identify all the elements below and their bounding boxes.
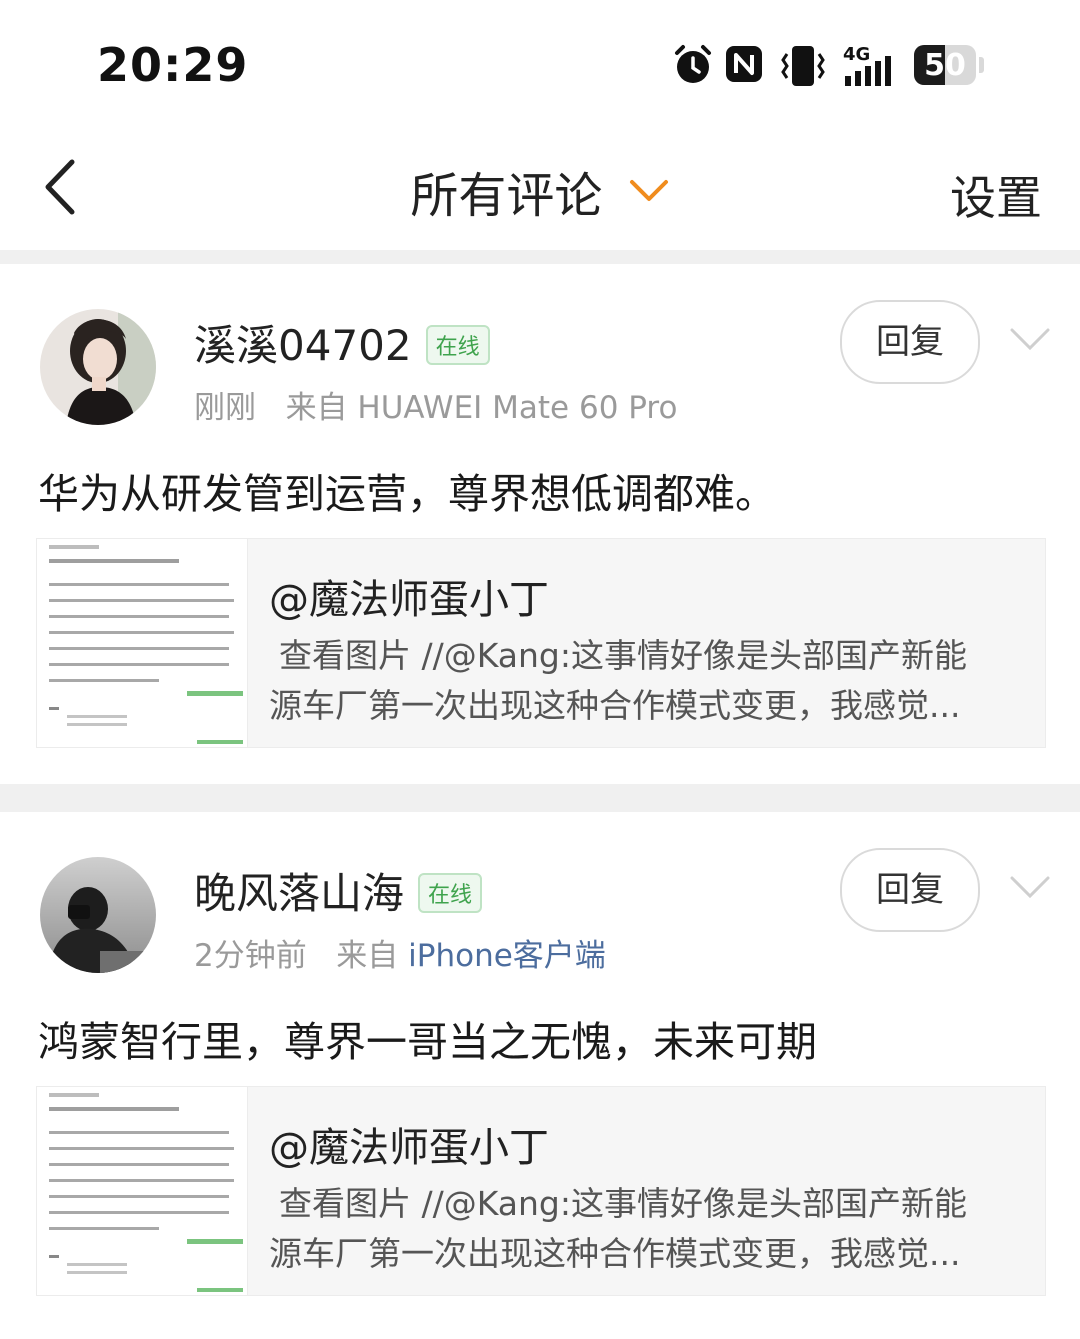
page-title: 所有评论 [410, 168, 603, 224]
avatar-image [40, 309, 156, 425]
chevron-down-icon[interactable] [1008, 324, 1052, 354]
quoted-post[interactable]: @魔法师蛋小丁 查看图片 //@Kang:这事情好像是头部国产新能 源车厂第一次… [36, 1086, 1046, 1296]
alarm-icon [675, 45, 711, 83]
online-badge: 在线 [425, 325, 490, 365]
comment-time: 2分钟前 [194, 938, 307, 974]
online-badge: 在线 [418, 873, 483, 913]
quoted-text-line: 源车厂第一次出现这种合作模式变更，我感觉... [269, 1234, 961, 1273]
avatar[interactable] [40, 857, 156, 973]
battery-tip [979, 57, 984, 73]
battery-level: 50 [924, 48, 966, 83]
username-text: 晚风落山海 [194, 869, 405, 918]
comment-text: 华为从研发管到运营，尊界想低调都难。 [38, 470, 776, 518]
reply-button[interactable]: 回复 [840, 300, 980, 384]
avatar[interactable] [40, 309, 156, 425]
status-bar: 20:29 4G 50 [0, 0, 1080, 130]
chevron-down-icon [629, 180, 668, 201]
nfc-icon [726, 46, 762, 82]
battery-icon: 50 [914, 45, 976, 85]
comment-text: 鸿蒙智行里，尊界一哥当之无愧，未来可期 [38, 1018, 817, 1066]
comment-time: 刚刚 [194, 390, 256, 426]
username-text: 溪溪04702 [194, 321, 412, 370]
quoted-text: 查看图片 //@Kang:这事情好像是头部国产新能 源车厂第一次出现这种合作模式… [269, 1179, 1021, 1279]
comment-card: 溪溪04702 在线 刚刚 来自 HUAWEI Mate 60 Pro 回复 华为… [0, 264, 1080, 784]
settings-button[interactable]: 设置 [950, 162, 1042, 228]
quoted-post[interactable]: @魔法师蛋小丁 查看图片 //@Kang:这事情好像是头部国产新能 源车厂第一次… [36, 538, 1046, 748]
username[interactable]: 溪溪04702 在线 [194, 312, 490, 373]
comment-card: 晚风落山海 在线 2分钟前 来自 iPhone客户端 回复 鸿蒙智行里，尊界一哥当… [0, 812, 1080, 1339]
screenshot-thumbnail-image [37, 1087, 247, 1295]
quoted-post-thumbnail [37, 1087, 248, 1295]
quoted-author[interactable]: @魔法师蛋小丁 [269, 567, 549, 625]
comment-source-link[interactable]: iPhone客户端 [408, 938, 606, 974]
chevron-down-icon[interactable] [1008, 872, 1052, 902]
nav-bar: 所有评论 设置 [0, 130, 1080, 250]
comment-source: 来自 HUAWEI Mate 60 Pro [285, 390, 678, 426]
status-time: 20:29 [97, 38, 249, 92]
username[interactable]: 晚风落山海 在线 [194, 860, 483, 921]
section-divider [0, 784, 1080, 812]
screenshot-thumbnail-image [37, 539, 247, 747]
quoted-text-line: 源车厂第一次出现这种合作模式变更，我感觉... [269, 686, 961, 725]
comment-meta: 2分钟前 来自 iPhone客户端 [194, 930, 606, 975]
section-divider [0, 250, 1080, 264]
reply-button[interactable]: 回复 [840, 848, 980, 932]
signal-icon [845, 56, 891, 86]
avatar-image [40, 857, 156, 973]
comment-meta: 刚刚 来自 HUAWEI Mate 60 Pro [194, 382, 677, 427]
quoted-text-line: 查看图片 //@Kang:这事情好像是头部国产新能 [279, 636, 967, 675]
comment-source-prefix: 来自 [336, 938, 399, 974]
quoted-post-thumbnail [37, 539, 248, 747]
quoted-text: 查看图片 //@Kang:这事情好像是头部国产新能 源车厂第一次出现这种合作模式… [269, 631, 1021, 731]
quoted-text-line: 查看图片 //@Kang:这事情好像是头部国产新能 [279, 1184, 967, 1223]
vibrate-icon [781, 46, 825, 86]
comments-filter-dropdown[interactable]: 所有评论 [0, 156, 1080, 226]
quoted-author[interactable]: @魔法师蛋小丁 [269, 1115, 549, 1173]
